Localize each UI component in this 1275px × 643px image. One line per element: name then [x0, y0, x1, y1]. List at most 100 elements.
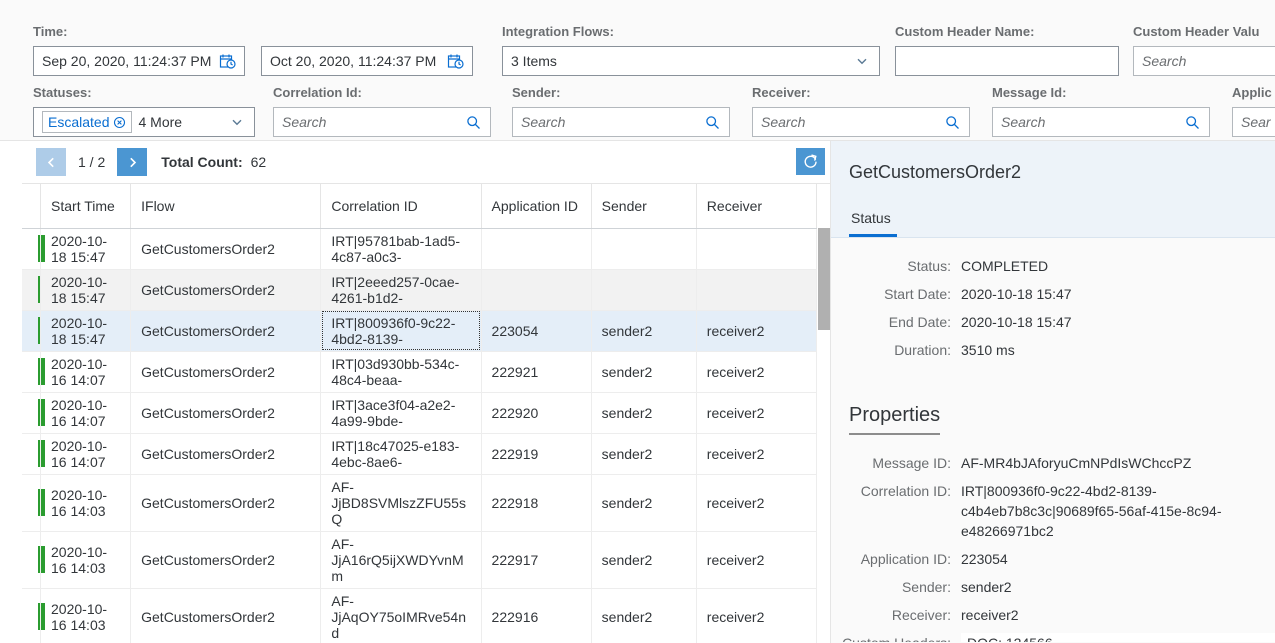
cell-receiver[interactable]: receiver2: [696, 531, 818, 589]
chevron-down-icon[interactable]: [853, 52, 871, 70]
column-header-application-id[interactable]: Application ID: [481, 184, 592, 229]
cell-iflow[interactable]: GetCustomersOrder2: [130, 228, 322, 270]
cell-application-id[interactable]: 222916: [481, 588, 592, 643]
next-page-button[interactable]: [117, 148, 148, 176]
sender-search-input[interactable]: Search: [512, 107, 730, 137]
table-row[interactable]: 2020-10-16 14:07 GetCustomersOrder2 IRT|18…: [22, 433, 818, 475]
receiver-search-input[interactable]: Search: [752, 107, 970, 137]
cell-sender[interactable]: sender2: [591, 588, 697, 643]
cell-correlation-id[interactable]: IRT|3ace3f04-a2e2-4a99-9bde-: [320, 392, 482, 434]
cell-start-time[interactable]: 2020-10-16 14:03: [40, 474, 132, 532]
cell-sender[interactable]: sender2: [591, 351, 697, 393]
cell-application-id[interactable]: 223054: [481, 310, 592, 352]
cell-start-time[interactable]: 2020-10-16 14:07: [40, 351, 132, 393]
application-id-search-input[interactable]: Sear: [1232, 107, 1275, 137]
cell-iflow[interactable]: GetCustomersOrder2: [130, 351, 322, 393]
table-row[interactable]: 2020-10-18 15:47 GetCustomersOrder2 IRT|95…: [22, 228, 818, 270]
table-row[interactable]: 2020-10-18 15:47 GetCustomersOrder2 IRT|80…: [22, 310, 818, 352]
cell-receiver[interactable]: receiver2: [696, 392, 818, 434]
cell-start-time[interactable]: 2020-10-18 15:47: [40, 228, 132, 270]
cell-correlation-id[interactable]: AF-JjAqOY75oIMRve54nd: [320, 588, 482, 643]
search-icon[interactable]: [1183, 113, 1201, 131]
cell-iflow[interactable]: GetCustomersOrder2: [130, 531, 322, 589]
tab-status[interactable]: Status: [849, 206, 897, 237]
table-row[interactable]: 2020-10-16 14:03 GetCustomersOrder2 AF-JjA…: [22, 531, 818, 589]
cell-correlation-id[interactable]: IRT|2eeed257-0cae-4261-b1d2-: [320, 269, 482, 311]
correlation-id-search-input[interactable]: Search: [273, 107, 491, 137]
cell-iflow[interactable]: GetCustomersOrder2: [130, 588, 322, 643]
time-to-input[interactable]: Oct 20, 2020, 11:24:37 PM: [261, 46, 473, 76]
cell-correlation-id[interactable]: IRT|03d930bb-534c-48c4-beaa-: [320, 351, 482, 393]
calendar-clock-icon[interactable]: [218, 52, 236, 70]
cell-application-id[interactable]: 222921: [481, 351, 592, 393]
cell-iflow[interactable]: GetCustomersOrder2: [130, 474, 322, 532]
cell-start-time[interactable]: 2020-10-16 14:07: [40, 392, 132, 434]
cell-correlation-id[interactable]: IRT|95781bab-1ad5-4c87-a0c3-: [320, 228, 482, 270]
cell-correlation-id[interactable]: IRT|18c47025-e183-4ebc-8ae6-: [320, 433, 482, 475]
time-from-input[interactable]: Sep 20, 2020, 11:24:37 PM: [33, 46, 245, 76]
column-header-start-time[interactable]: Start Time: [40, 184, 132, 229]
table-row[interactable]: 2020-10-16 14:03 GetCustomersOrder2 AF-JjA…: [22, 588, 818, 643]
column-header-iflow[interactable]: IFlow: [130, 184, 322, 229]
cell-receiver[interactable]: receiver2: [696, 433, 818, 475]
cell-receiver[interactable]: receiver2: [696, 310, 818, 352]
cell-start-time[interactable]: 2020-10-18 15:47: [40, 310, 132, 352]
cell-receiver[interactable]: [696, 228, 818, 270]
statuses-multicombo[interactable]: Escalated 4 More: [33, 107, 255, 137]
column-header-sender[interactable]: Sender: [591, 184, 697, 229]
search-icon[interactable]: [703, 113, 721, 131]
status-token-escalated[interactable]: Escalated: [42, 111, 133, 133]
cell-sender[interactable]: [591, 228, 697, 270]
table-row[interactable]: 2020-10-16 14:07 GetCustomersOrder2 IRT|3a…: [22, 392, 818, 434]
table-scrollbar-thumb[interactable]: [818, 228, 830, 330]
detail-field-value[interactable]: DOC: 124566: [961, 633, 1275, 642]
close-icon[interactable]: [113, 116, 126, 129]
table-row[interactable]: 2020-10-16 14:03 GetCustomersOrder2 AF-JjB…: [22, 474, 818, 532]
integration-flows-select[interactable]: 3 Items: [502, 46, 880, 76]
column-header-correlation-id[interactable]: Correlation ID: [320, 184, 482, 229]
cell-sender[interactable]: [591, 269, 697, 311]
cell-receiver[interactable]: receiver2: [696, 351, 818, 393]
search-icon[interactable]: [943, 113, 961, 131]
cell-iflow[interactable]: GetCustomersOrder2: [130, 310, 322, 352]
table-row[interactable]: 2020-10-18 15:47 GetCustomersOrder2 IRT|2e…: [22, 269, 818, 311]
cell-correlation-id[interactable]: AF-JjBD8SVMlszZFU55sQ: [320, 474, 482, 532]
cell-sender[interactable]: sender2: [591, 310, 697, 352]
cell-application-id[interactable]: [481, 269, 592, 311]
cell-start-time[interactable]: 2020-10-16 14:07: [40, 433, 132, 475]
cell-start-time[interactable]: 2020-10-18 15:47: [40, 269, 132, 311]
custom-header-value-input[interactable]: Search: [1133, 46, 1275, 76]
search-icon[interactable]: [464, 113, 482, 131]
cell-receiver[interactable]: [696, 269, 818, 311]
cell-sender[interactable]: sender2: [591, 531, 697, 589]
custom-header-name-input[interactable]: [895, 46, 1119, 76]
calendar-clock-icon[interactable]: [446, 52, 464, 70]
refresh-button[interactable]: [796, 148, 825, 175]
detail-field-row: Status: COMPLETED: [831, 256, 1275, 276]
column-header-receiver[interactable]: Receiver: [696, 184, 818, 229]
cell-iflow[interactable]: GetCustomersOrder2: [130, 269, 322, 311]
cell-receiver[interactable]: receiver2: [696, 588, 818, 643]
cell-correlation-id[interactable]: AF-JjA16rQ5ijXWDYvnMm: [320, 531, 482, 589]
chevron-down-icon[interactable]: [228, 113, 246, 131]
cell-receiver[interactable]: receiver2: [696, 474, 818, 532]
cell-correlation-id[interactable]: IRT|800936f0-9c22-4bd2-8139-: [320, 310, 482, 352]
cell-application-id[interactable]: [481, 228, 592, 270]
previous-page-button[interactable]: [36, 148, 66, 176]
cell-application-id[interactable]: 222919: [481, 433, 592, 475]
cell-application-id[interactable]: 222920: [481, 392, 592, 434]
cell-sender[interactable]: sender2: [591, 433, 697, 475]
cell-iflow[interactable]: GetCustomersOrder2: [130, 433, 322, 475]
cell-application-id[interactable]: 222918: [481, 474, 592, 532]
detail-field-value: 2020-10-18 15:47: [961, 286, 1072, 302]
detail-field-value: COMPLETED: [961, 258, 1049, 274]
cell-application-id[interactable]: 222917: [481, 531, 592, 589]
messages-table-container[interactable]: Start Time IFlow Correlation ID Applicat…: [22, 183, 830, 643]
cell-start-time[interactable]: 2020-10-16 14:03: [40, 588, 132, 643]
cell-iflow[interactable]: GetCustomersOrder2: [130, 392, 322, 434]
message-id-search-input[interactable]: Search: [992, 107, 1210, 137]
cell-sender[interactable]: sender2: [591, 392, 697, 434]
table-row[interactable]: 2020-10-16 14:07 GetCustomersOrder2 IRT|03…: [22, 351, 818, 393]
cell-sender[interactable]: sender2: [591, 474, 697, 532]
cell-start-time[interactable]: 2020-10-16 14:03: [40, 531, 132, 589]
